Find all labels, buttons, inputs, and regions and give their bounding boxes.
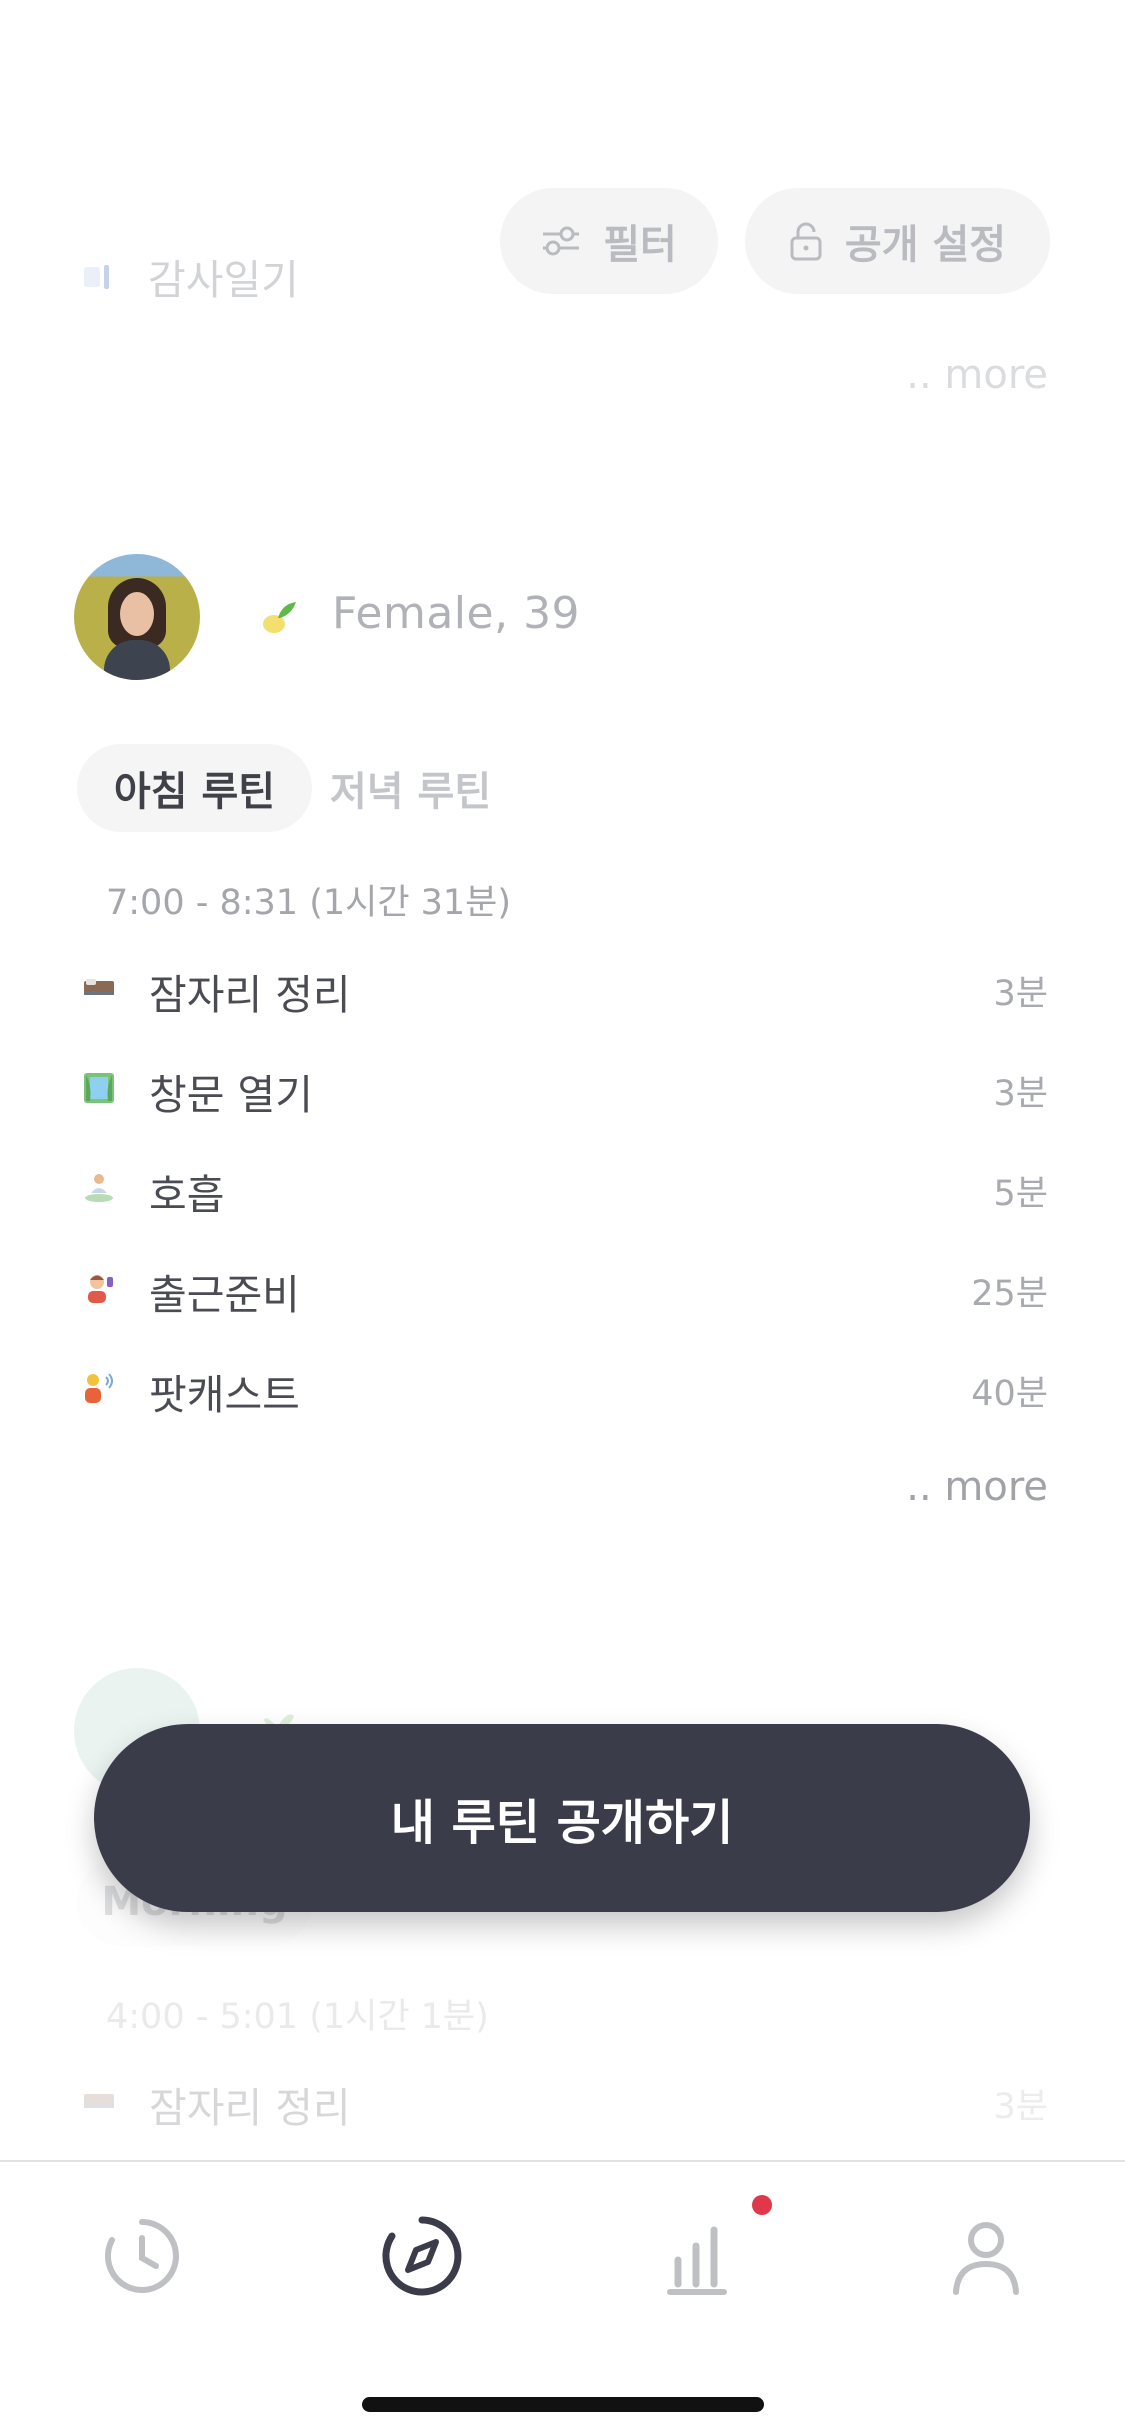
privacy-settings-button[interactable]: 공개 설정	[745, 188, 1050, 294]
previous-card-item: 감사일기	[82, 246, 299, 306]
journal-icon	[82, 263, 110, 289]
routine-item-name: 창문 열기	[149, 1071, 313, 1119]
notification-badge	[752, 2195, 772, 2215]
routine-item-name: 팟캐스트	[149, 1371, 300, 1419]
routine-item-duration: 25분	[971, 1274, 1048, 1314]
list-item[interactable]: 출근준비 25분	[0, 1257, 1125, 1319]
avatar[interactable]	[74, 554, 200, 680]
stats-bars-icon	[662, 2216, 742, 2300]
tabbar-history-button[interactable]	[94, 2210, 190, 2306]
list-item[interactable]: 창문 열기 3분	[0, 1057, 1125, 1119]
routine-item-name: 잠자리 정리	[149, 971, 351, 1019]
list-item[interactable]: 팟캐스트 40분	[0, 1357, 1125, 1419]
next-card-item-duration: 3분	[993, 2087, 1048, 2127]
routine-item-name: 호흡	[149, 1171, 225, 1219]
routine-item-name: 출근준비	[149, 1271, 300, 1319]
tabbar-divider	[0, 2160, 1125, 2162]
privacy-settings-label: 공개 설정	[844, 222, 1007, 268]
tabbar-stats-button[interactable]	[654, 2210, 750, 2306]
next-card-list-item: 잠자리 정리 3분	[0, 2070, 1125, 2132]
next-card-item-name: 잠자리 정리	[149, 2084, 351, 2132]
podcast-listener-icon	[82, 1371, 116, 1405]
sliders-icon	[541, 224, 581, 258]
bed-icon	[82, 971, 116, 1005]
meditation-icon	[82, 1171, 116, 1205]
routine-time-range: 7:00 - 8:31 (1시간 31분)	[106, 883, 512, 923]
publish-my-routine-button[interactable]: 내 루틴 공개하기	[94, 1724, 1030, 1912]
next-card-time-range: 4:00 - 5:01 (1시간 1분)	[106, 1997, 489, 2037]
routine-item-duration: 40분	[971, 1374, 1048, 1414]
previous-card-item-label: 감사일기	[148, 256, 299, 304]
routine-item-duration: 3분	[993, 974, 1048, 1014]
home-indicator[interactable]	[362, 2397, 764, 2412]
routine-item-duration: 3분	[993, 1074, 1048, 1114]
tab-morning-routine[interactable]: 아침 루틴	[77, 744, 312, 832]
routine-more-link[interactable]: .. more	[906, 1464, 1048, 1510]
window-curtain-icon	[82, 1071, 116, 1105]
history-clock-icon	[102, 2216, 182, 2300]
getting-ready-icon	[82, 1271, 116, 1305]
tab-evening-routine[interactable]: 저녁 루틴	[330, 744, 491, 832]
list-item[interactable]: 호흡 5분	[0, 1157, 1125, 1219]
profile-person-icon	[946, 2216, 1026, 2300]
tabbar-explore-button[interactable]	[374, 2210, 470, 2306]
explore-compass-icon	[380, 2214, 464, 2302]
unlock-icon	[789, 221, 823, 261]
sprout-level-icon	[258, 596, 300, 638]
previous-card-more-link[interactable]: .. more	[906, 352, 1048, 398]
routine-item-duration: 5분	[993, 1174, 1048, 1214]
list-item[interactable]: 잠자리 정리 3분	[0, 957, 1125, 1019]
filter-button-label: 필터	[603, 222, 677, 268]
bed-icon	[82, 2084, 116, 2118]
tabbar-profile-button[interactable]	[938, 2210, 1034, 2306]
profile-info: Female, 39	[332, 588, 581, 639]
filter-button[interactable]: 필터	[500, 188, 718, 294]
